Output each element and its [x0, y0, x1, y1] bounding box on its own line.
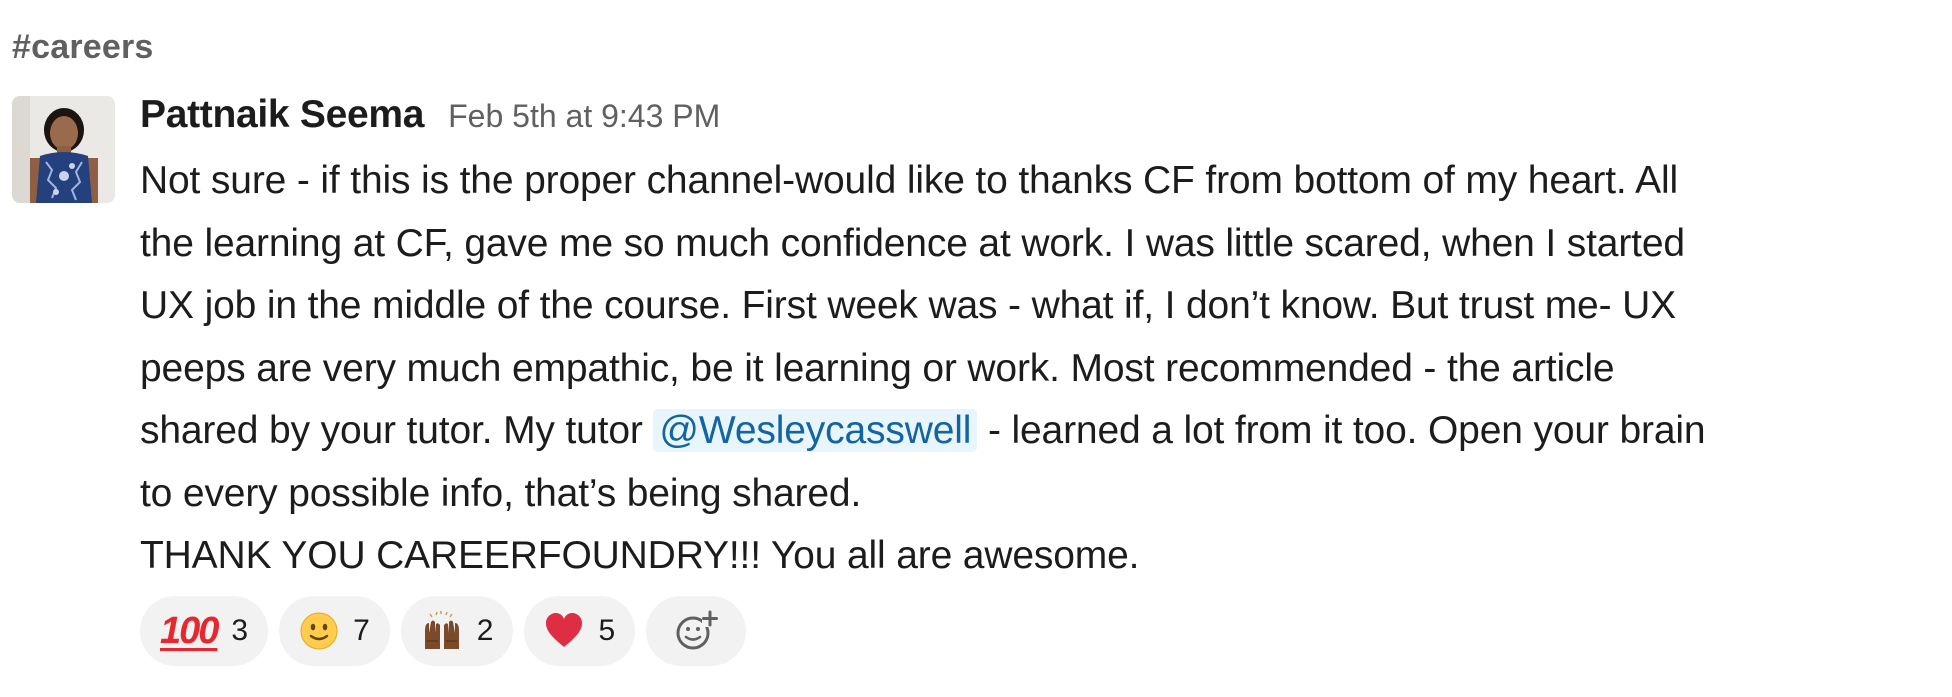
- message-line: Not sure - if this is the proper channel…: [140, 159, 1679, 202]
- message-line: THANK YOU CAREERFOUNDRY!!! You all are a…: [140, 534, 1140, 577]
- message-line: peeps are very much empathic, be it lear…: [140, 346, 1615, 390]
- user-mention[interactable]: @Wesleycasswell: [653, 409, 978, 452]
- reactions-bar: 100 3 7 2 5: [140, 596, 747, 666]
- reaction-count: 2: [476, 614, 494, 647]
- reaction-red-heart[interactable]: 5: [524, 596, 636, 666]
- message-line: the learning at CF, gave me so much conf…: [140, 221, 1685, 265]
- message-timestamp[interactable]: Feb 5th at 9:43 PM: [448, 98, 720, 135]
- reaction-raising-hands[interactable]: 2: [400, 596, 514, 666]
- add-reaction-icon: [674, 609, 719, 653]
- add-reaction-button[interactable]: [646, 596, 747, 666]
- raising-hands-icon: [421, 611, 463, 651]
- red-heart-icon: [544, 612, 584, 650]
- message-text: - learned a lot from it too. Open your b…: [977, 409, 1706, 452]
- message-header: Pattnaik Seema Feb 5th at 9:43 PM: [140, 93, 720, 137]
- message-line: shared by your tutor. My tutor @Wesleyca…: [140, 400, 1945, 463]
- message-body: Not sure - if this is the proper channel…: [140, 150, 1945, 588]
- message-line: to every possible info, that’s being sha…: [140, 471, 862, 515]
- author-name[interactable]: Pattnaik Seema: [140, 93, 424, 137]
- reaction-count: 3: [231, 614, 249, 647]
- avatar[interactable]: [12, 96, 115, 203]
- avatar-image: [12, 96, 115, 203]
- reaction-hundred-points[interactable]: 100 3: [140, 596, 269, 666]
- reaction-count: 7: [353, 614, 370, 647]
- reaction-count: 5: [598, 614, 616, 647]
- message-text: shared by your tutor. My tutor: [140, 409, 654, 452]
- message-line: UX job in the middle of the course. Firs…: [140, 284, 1676, 327]
- hundred-points-icon: 100: [160, 610, 219, 652]
- reaction-slightly-smiling-face[interactable]: 7: [279, 596, 390, 666]
- slightly-smiling-face-icon: [299, 611, 339, 651]
- channel-name[interactable]: #careers: [12, 28, 154, 67]
